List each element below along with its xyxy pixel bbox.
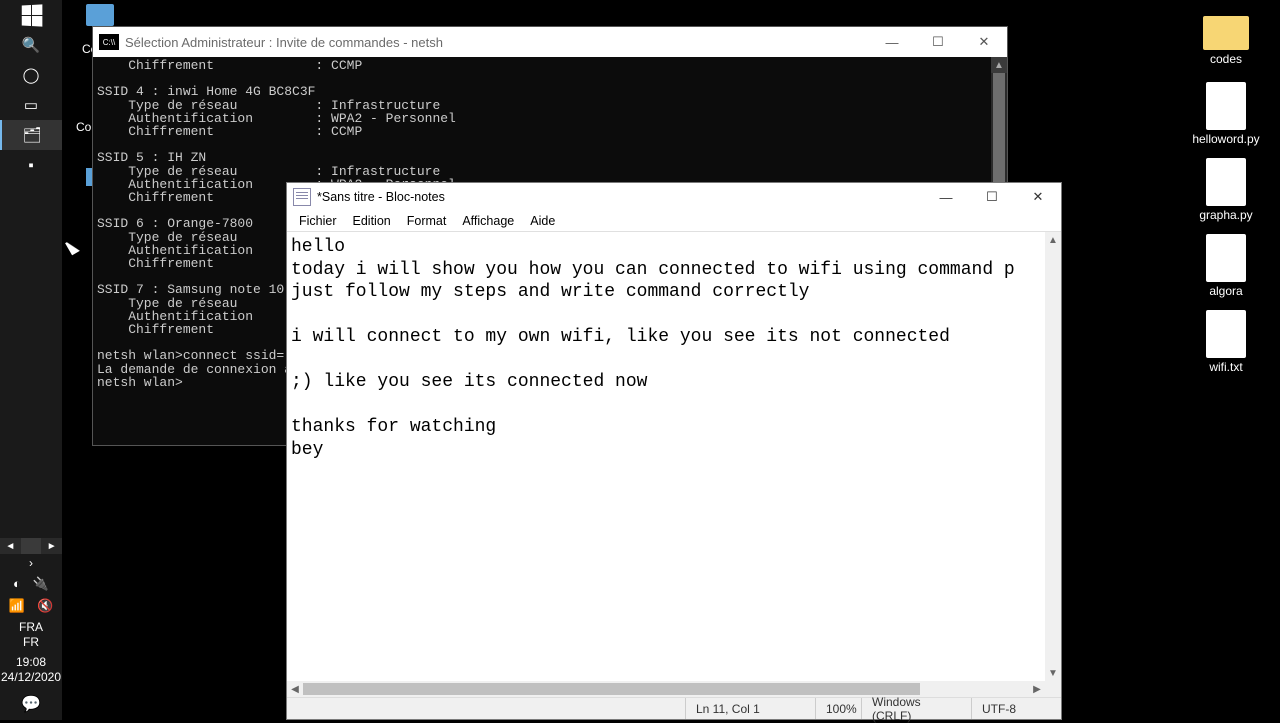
desktop-icon-algora[interactable]: algora xyxy=(1190,234,1262,298)
desktop-icon-grapha[interactable]: grapha.py xyxy=(1190,158,1262,222)
notepad-app-icon xyxy=(293,188,311,206)
explorer-icon[interactable]: 🗂 xyxy=(0,120,62,150)
scroll-up-icon[interactable]: ▲ xyxy=(1045,232,1061,248)
lang-primary: FRA xyxy=(19,620,43,634)
icon-label: wifi.txt xyxy=(1190,360,1262,374)
icon-label: grapha.py xyxy=(1190,208,1262,222)
scroll-left-icon[interactable]: ◀ xyxy=(287,681,303,697)
maximize-button[interactable]: ☐ xyxy=(915,27,961,57)
scroll-up-icon[interactable]: ▲ xyxy=(991,57,1007,73)
minimize-button[interactable]: — xyxy=(923,183,969,211)
date-text: 24/12/2020 xyxy=(1,670,61,684)
mouse-cursor xyxy=(65,239,80,256)
notepad-text-area[interactable]: hello today i will show you how you can … xyxy=(287,231,1061,697)
close-button[interactable]: ✕ xyxy=(961,27,1007,57)
file-icon xyxy=(1206,158,1246,206)
clock[interactable]: 19:08 24/12/2020 xyxy=(1,655,61,684)
menu-edition[interactable]: Edition xyxy=(347,214,397,228)
notepad-statusbar: Ln 11, Col 1 100% Windows (CRLF) UTF-8 xyxy=(287,697,1061,719)
lang-secondary: FR xyxy=(19,635,43,649)
cmd-title-text: Sélection Administrateur : Invite de com… xyxy=(125,35,869,50)
cmd-titlebar[interactable]: C:\\ Sélection Administrateur : Invite d… xyxy=(93,27,1007,57)
file-icon xyxy=(1206,82,1246,130)
notepad-window: *Sans titre - Bloc-notes — ☐ ✕ Fichier E… xyxy=(286,182,1062,720)
scroll-right-icon[interactable]: ► xyxy=(41,538,62,554)
scroll-down-icon[interactable]: ▼ xyxy=(1045,665,1061,681)
time-text: 19:08 xyxy=(1,655,61,669)
scroll-left-icon[interactable]: ◄ xyxy=(0,538,21,554)
notepad-hscrollbar[interactable]: ◀ ▶ xyxy=(287,681,1045,697)
scroll-right-icon[interactable]: ▶ xyxy=(1029,681,1045,697)
menu-format[interactable]: Format xyxy=(401,214,453,228)
menu-aide[interactable]: Aide xyxy=(524,214,561,228)
status-eol: Windows (CRLF) xyxy=(861,698,971,719)
taskview-icon[interactable]: ▭ xyxy=(0,90,62,120)
folder-icon xyxy=(1203,16,1249,50)
cmd-app-icon: C:\\ xyxy=(99,34,119,50)
cortana-icon[interactable]: ◯ xyxy=(0,60,62,90)
icon-label: helloword.py xyxy=(1190,132,1262,146)
notepad-vscrollbar[interactable]: ▲ ▼ xyxy=(1045,232,1061,681)
file-icon xyxy=(1206,310,1246,358)
maximize-button[interactable]: ☐ xyxy=(969,183,1015,211)
notepad-titlebar[interactable]: *Sans titre - Bloc-notes — ☐ ✕ xyxy=(287,183,1061,211)
notepad-content: hello today i will show you how you can … xyxy=(291,236,1045,461)
status-position: Ln 11, Col 1 xyxy=(685,698,815,719)
desktop-icon-codes[interactable]: codes xyxy=(1190,6,1262,66)
file-icon xyxy=(1206,234,1246,282)
scroll-thumb[interactable] xyxy=(21,538,42,554)
scroll-corner xyxy=(1045,681,1061,697)
obs-tray-icon[interactable]: ◐ xyxy=(13,576,21,592)
taskbar: 🔍 ◯ ▭ 🗂 ▪ ◄ ► › ◐ 🔌 📶 🔇 FRA FR 19:08 24/… xyxy=(0,0,62,720)
status-encoding: UTF-8 xyxy=(971,698,1061,719)
action-center-icon[interactable]: 💬 xyxy=(0,688,62,720)
volume-tray-icon[interactable]: 🔇 xyxy=(37,598,53,614)
notepad-menubar: Fichier Edition Format Affichage Aide xyxy=(287,211,1061,231)
close-button[interactable]: ✕ xyxy=(1015,183,1061,211)
taskbar-scroll[interactable]: ◄ ► xyxy=(0,538,62,554)
wifi-tray-icon[interactable]: 📶 xyxy=(9,598,25,614)
cmd-taskbar-icon[interactable]: ▪ xyxy=(0,150,62,180)
status-zoom: 100% xyxy=(815,698,861,719)
desktop-icon-helloword[interactable]: helloword.py xyxy=(1190,82,1262,146)
language-indicator[interactable]: FRA FR xyxy=(19,620,43,649)
notepad-title-text: *Sans titre - Bloc-notes xyxy=(317,190,923,204)
icon-label: algora xyxy=(1190,284,1262,298)
desktop-folder-peek[interactable] xyxy=(86,4,114,26)
icon-label: codes xyxy=(1190,52,1262,66)
minimize-button[interactable]: — xyxy=(869,27,915,57)
search-icon[interactable]: 🔍 xyxy=(0,30,62,60)
tray-expand-icon[interactable]: › xyxy=(0,554,62,572)
start-button[interactable] xyxy=(0,0,62,30)
menu-fichier[interactable]: Fichier xyxy=(293,214,343,228)
desktop-icon-wifi[interactable]: wifi.txt xyxy=(1190,310,1262,374)
menu-affichage[interactable]: Affichage xyxy=(456,214,520,228)
scroll-thumb[interactable] xyxy=(303,683,920,695)
power-tray-icon[interactable]: 🔌 xyxy=(33,576,49,592)
